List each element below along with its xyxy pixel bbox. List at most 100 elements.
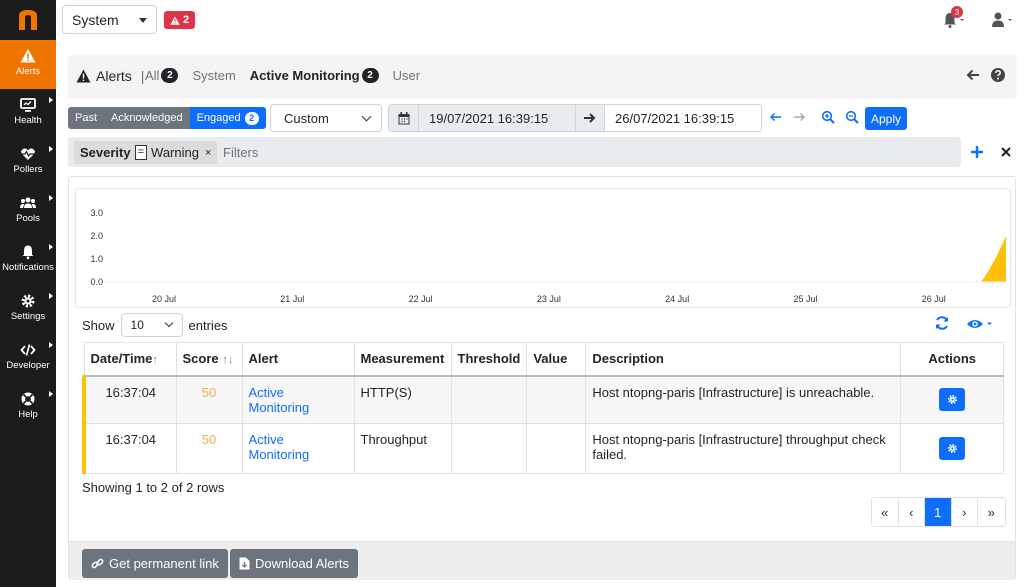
notifications-button[interactable]: 3 [942,6,966,30]
end-datetime-input[interactable]: 26/07/2021 16:39:15 [605,105,761,131]
caret-right-icon [49,146,53,152]
x-tick-label: 25 Jul [793,294,817,304]
sidebar-item-health[interactable]: Health [0,89,56,138]
cell-measurement: HTTP(S) [353,375,452,424]
start-datetime-input[interactable]: 19/07/2021 16:39:15 [419,105,575,131]
cell-description: Host ntopng-paris [Infrastructure] throu… [585,422,902,474]
user-menu[interactable] [990,10,1014,30]
pager-first[interactable]: « [872,498,899,526]
column-header-description[interactable]: Description [585,342,902,377]
sidebar-item-alerts[interactable]: Alerts [0,40,56,89]
interface-select[interactable]: System [62,5,157,34]
download-alerts-button[interactable]: Download Alerts [230,549,358,578]
caret-right-icon [49,97,53,103]
sidebar-item-pools[interactable]: Pools [0,187,56,236]
alerts-table: Date/Time↑ Score ↑↓ Alert Measurement Th… [82,342,1004,474]
remove-tag-icon[interactable]: × [205,147,211,159]
warning-triangle-icon [170,16,180,25]
tab-user[interactable]: User [393,68,420,83]
refresh-icon[interactable] [934,315,950,331]
zoom-in-icon[interactable] [821,110,835,124]
cell-score: 50 [175,375,243,424]
heartbeat-icon [21,148,35,160]
cell-value [526,422,587,474]
column-label: Measurement [360,351,445,367]
filters-input[interactable]: Filters [223,145,258,160]
tab-all[interactable]: All 2 [145,68,179,83]
column-header-threshold[interactable]: Threshold [450,342,528,377]
clear-filters-icon[interactable] [999,145,1013,159]
tab-count-badge: 2 [161,68,179,83]
time-preset-value: Custom [284,111,329,126]
engaged-alerts-badge[interactable]: 2 [164,11,195,29]
sidebar-item-label: Alerts [15,66,41,77]
column-header-value[interactable]: Value [526,342,587,377]
pager-next[interactable]: › [952,498,978,526]
caret-right-icon [49,342,53,348]
pager-last[interactable]: » [978,498,1005,526]
get-permanent-link-button[interactable]: Get permanent link [82,549,228,578]
tab-system[interactable]: System [192,68,235,83]
sidebar-item-label: Help [18,409,38,420]
eye-icon[interactable] [966,317,994,331]
column-label: Actions [928,351,976,367]
tab-label: User [392,68,421,83]
y-tick-label: 0.0 [90,277,103,287]
y-tick-label: 3.0 [90,208,103,218]
sidebar-item-label: Health [14,115,42,126]
filter-tag-operator[interactable]: = [134,145,148,160]
cell-score: 50 [175,422,243,474]
sidebar-item-settings[interactable]: Settings [0,285,56,334]
gear-icon [21,294,35,308]
apply-button[interactable]: Apply [865,107,907,130]
status-engaged-button[interactable]: Engaged 2 [189,107,266,129]
status-past-button[interactable]: Past [68,107,105,129]
column-label: Description [592,351,664,367]
filter-tag-severity: Severity = Warning × [74,141,218,164]
permalink-label: Get permanent link [109,556,219,571]
arrow-right-icon[interactable] [792,110,806,124]
row-actions-button[interactable] [939,436,966,460]
entries-select[interactable]: 10 [120,313,183,337]
column-header-actions: Actions [900,342,1004,377]
question-circle-icon[interactable] [990,67,1006,83]
row-actions-button[interactable] [939,388,966,411]
tab-active-monitoring[interactable]: Active Monitoring 2 [250,68,379,83]
alerts-header: Alerts | All 2 System Active Monitoring … [68,55,1016,97]
status-acknowledged-button[interactable]: Acknowledged [104,107,190,129]
x-tick-label: 23 Jul [537,294,561,304]
cell-alert-link[interactable]: Active Monitoring [241,422,355,474]
sidebar-item-help[interactable]: Help [0,383,56,432]
ntopng-logo[interactable] [0,0,56,40]
column-header-measurement[interactable]: Measurement [353,342,452,377]
cell-datetime: 16:37:04 [82,375,177,424]
arrow-left-icon[interactable] [769,110,783,124]
page-title-text: Alerts [96,68,132,84]
tab-label: All [145,68,160,83]
cell-datetime: 16:37:04 [82,422,177,474]
time-preset-select[interactable]: Custom [270,104,382,132]
sidebar-item-pollers[interactable]: Pollers [0,138,56,187]
sidebar-item-label: Developer [6,360,50,371]
users-icon [20,197,36,208]
add-filter-icon[interactable] [969,144,985,160]
interface-select-value: System [72,12,119,28]
cell-alert-link[interactable]: Active Monitoring [241,375,355,424]
column-header-score[interactable]: Score ↑↓ [175,342,243,377]
pager-prev[interactable]: ‹ [899,498,925,526]
sidebar-item-developer[interactable]: Developer [0,334,56,383]
x-tick-label: 20 Jul [152,294,176,304]
entries-label: entries [188,317,228,333]
pager-page-1[interactable]: 1 [925,498,952,526]
column-header-alert[interactable]: Alert [241,342,355,377]
sidebar-item-notifications[interactable]: Notifications [0,236,56,285]
chevron-down-icon [164,318,173,328]
arrow-left-icon[interactable] [965,67,981,83]
cell-measurement: Throughput [353,422,452,474]
calendar-icon[interactable] [389,105,419,131]
monitor-icon [20,98,36,112]
zoom-out-icon[interactable] [845,110,859,124]
cell-threshold [450,375,528,424]
tag-filter-bar[interactable]: Severity = Warning × Filters [68,137,961,167]
column-header-datetime[interactable]: Date/Time↑ [83,342,177,377]
